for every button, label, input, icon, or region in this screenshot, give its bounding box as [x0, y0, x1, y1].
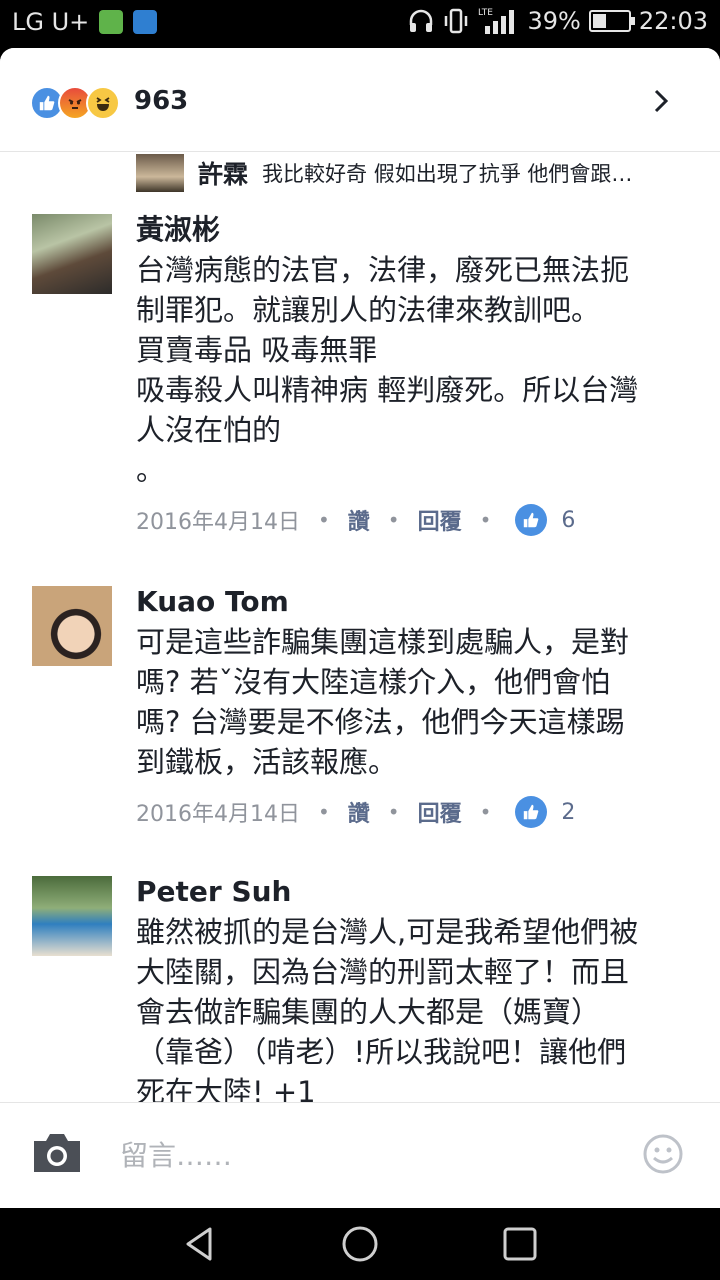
comment-text: 台灣病態的法官，法律，廢死已無法扼 制罪犯。就讓別人的法律來教訓吧。 買賣毒品 …: [136, 253, 639, 487]
comment-date[interactable]: 2016年4月14日: [136, 796, 300, 828]
comment-date[interactable]: 2016年4月14日: [136, 504, 300, 536]
comment-author[interactable]: Peter Suh: [136, 872, 696, 912]
comment-text: 可是這些詐騙集團這樣到處騙人，是對 嗎? 若ˇ沒有大陸這樣介入，他們會怕 嗎? …: [136, 625, 630, 779]
reactions-bar[interactable]: 963: [0, 48, 720, 152]
reply-preview[interactable]: 許霖 我比較好奇 假如出現了抗爭 他們會跟…: [136, 152, 632, 194]
headset-app-icon: [99, 10, 124, 34]
comment-author[interactable]: Kuao Tom: [136, 582, 696, 622]
status-left: LG U+: [12, 8, 158, 36]
separator-dot: •: [387, 508, 400, 532]
like-button[interactable]: 讚: [348, 504, 370, 536]
chevron-right-icon[interactable]: [648, 88, 674, 114]
comments-sheet: 963 許霖 我比較好奇 假如出現了抗爭 他們會跟… 黃淑彬 台灣病態的法官，法…: [0, 48, 720, 1208]
vibrate-icon: [445, 8, 468, 34]
separator-dot: •: [317, 800, 330, 824]
reply-author[interactable]: 許霖: [198, 155, 248, 191]
comment-composer: [0, 1102, 720, 1208]
comment-meta: 2016年4月14日 • 讚 • 回覆 • 6: [136, 500, 696, 540]
clock: 22:03: [638, 7, 708, 35]
separator-dot: •: [479, 508, 492, 532]
separator-dot: •: [479, 800, 492, 824]
navigation-bar: [0, 1208, 720, 1280]
comment-meta: 2016年4月14日 • 讚 • 回覆 • 2: [136, 792, 696, 832]
haha-icon: [86, 86, 120, 120]
comment-body: Kuao Tom 可是這些詐騙集團這樣到處騙人，是對 嗎? 若ˇ沒有大陸這樣介入…: [136, 582, 696, 832]
home-icon[interactable]: [340, 1224, 380, 1264]
reply-button[interactable]: 回覆: [418, 796, 462, 828]
comment-author[interactable]: 黃淑彬: [136, 210, 696, 250]
separator-dot: •: [387, 800, 400, 824]
battery-icon: [588, 10, 635, 32]
status-bar: LG U+ LTE 39% 22:03: [0, 0, 720, 48]
back-icon[interactable]: [180, 1224, 220, 1264]
network-type-label: LTE: [478, 8, 493, 18]
comment-body: 黃淑彬 台灣病態的法官，法律，廢死已無法扼 制罪犯。就讓別人的法律來教訓吧。 買…: [136, 210, 696, 540]
emoji-icon[interactable]: [642, 1133, 684, 1175]
avatar[interactable]: [136, 154, 184, 192]
like-button[interactable]: 讚: [348, 796, 370, 828]
comment-input[interactable]: [120, 1131, 600, 1179]
like-icon[interactable]: [515, 504, 548, 536]
like-count[interactable]: 6: [561, 508, 575, 533]
avatar[interactable]: [32, 214, 112, 294]
reply-button[interactable]: 回覆: [418, 504, 462, 536]
recents-icon[interactable]: [500, 1224, 540, 1264]
avatar[interactable]: [32, 876, 112, 956]
battery-percent: 39%: [527, 7, 581, 35]
carrier-label: LG U+: [12, 8, 90, 36]
like-icon[interactable]: [515, 796, 548, 828]
reply-snippet: 我比較好奇 假如出現了抗爭 他們會跟…: [262, 162, 633, 186]
comment-text: 雖然被抓的是台灣人,可是我希望他們被 大陸關，因為台灣的刑罰太輕了！而且 會去做…: [136, 915, 639, 1102]
reaction-count: 963: [134, 86, 189, 116]
avatar[interactable]: [32, 586, 112, 666]
signal-icon: LTE: [478, 8, 515, 34]
comment-body: Peter Suh 雖然被抓的是台灣人,可是我希望他們被 大陸關，因為台灣的刑罰…: [136, 872, 696, 1102]
status-right: LTE 39% 22:03: [407, 6, 708, 36]
reaction-icons: [30, 86, 120, 120]
headphones-icon: [410, 9, 433, 32]
camera-icon[interactable]: [30, 1131, 84, 1175]
gallery-app-icon: [133, 10, 158, 34]
separator-dot: •: [317, 508, 330, 532]
battery-fill: [592, 14, 607, 28]
like-count[interactable]: 2: [561, 800, 575, 825]
comment-feed[interactable]: 許霖 我比較好奇 假如出現了抗爭 他們會跟… 黃淑彬 台灣病態的法官，法律，廢死…: [0, 152, 720, 1102]
